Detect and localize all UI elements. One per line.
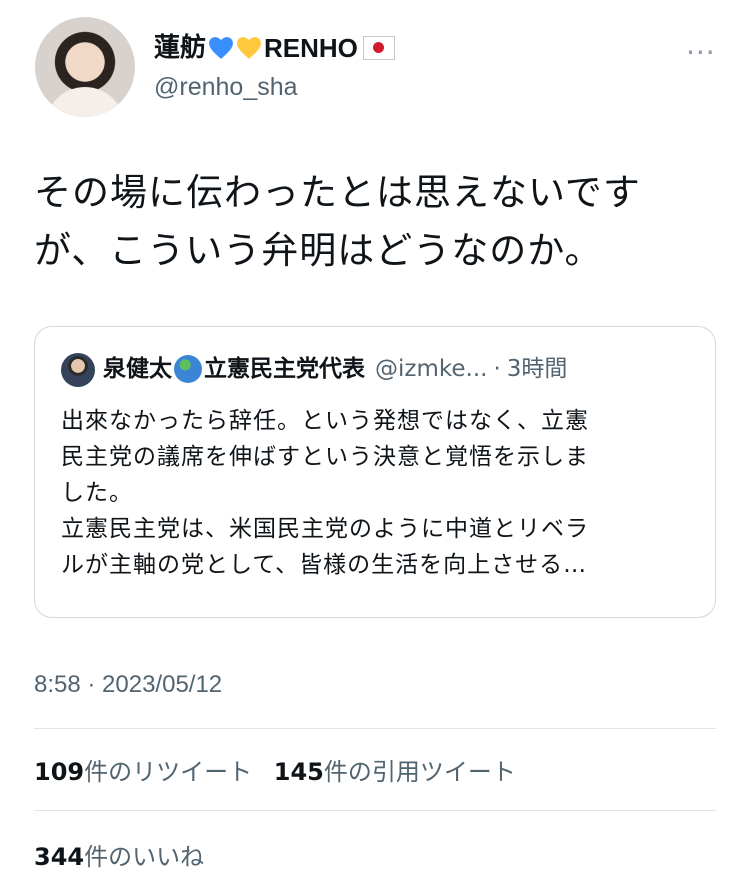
retweet-label: 件のリツイート [84, 758, 253, 786]
tweet-text: その場に伝わったとは思えないです が、こういう弁明はどうなのか。 [34, 164, 724, 280]
tweet-text-line: その場に伝わったとは思えないです [34, 171, 641, 214]
quotes-stat[interactable]: 145件の引用ツイート [274, 758, 516, 786]
blue-heart-icon [209, 37, 233, 59]
globe-icon [174, 355, 202, 383]
quoted-text-line: 民主党の議席を伸ばすという決意と覚悟を示しま [61, 444, 589, 470]
like-count: 344 [34, 843, 85, 871]
separator-dot: · [493, 356, 501, 382]
quoted-text-line: 出來なかったら辞任。という発想ではなく、立憲 [61, 408, 589, 434]
divider [34, 810, 716, 811]
retweet-count: 109 [34, 758, 85, 786]
japan-flag-icon [362, 36, 395, 60]
author-avatar[interactable] [35, 17, 135, 117]
tweet-timestamp[interactable]: 8:58 · 2023/05/12 [34, 671, 222, 699]
quoted-text-line: ルが主軸の党として、皆様の生活を向上させる… [61, 552, 588, 578]
quoted-text-line: した。 [61, 480, 133, 506]
retweets-stat[interactable]: 109件のリツイート [34, 758, 252, 786]
author-name-suffix: RENHO [264, 33, 358, 63]
retweet-quote-stats: 109件のリツイート 145件の引用ツイート [34, 752, 516, 787]
quoted-author-name: 泉健太 [103, 356, 172, 382]
author-name[interactable]: 蓮舫 RENHO [154, 33, 395, 63]
more-options-icon[interactable]: ··· [686, 36, 716, 69]
quoted-tweet-text: 出來なかったら辞任。という発想ではなく、立憲 民主党の議席を伸ばすという決意と覚… [61, 403, 691, 583]
quote-count: 145 [273, 758, 324, 786]
yellow-heart-icon [237, 37, 261, 59]
quoted-author-name-suffix: 立憲民主党代表 [204, 356, 365, 382]
quoted-text-line: 立憲民主党は、米国民主党のように中道とリベラ [61, 516, 589, 542]
quoted-author-row: 泉健太 立憲民主党代表 @izmke... · 3時間 [103, 353, 567, 385]
likes-stat[interactable]: 344件のいいね [34, 837, 204, 872]
divider [34, 728, 716, 729]
quoted-tweet-time: 3時間 [506, 356, 568, 382]
author-name-text: 蓮舫 [154, 33, 207, 63]
like-label: 件のいいね [84, 843, 205, 871]
quoted-author-handle: @izmke... [375, 356, 488, 382]
quoted-tweet[interactable]: 泉健太 立憲民主党代表 @izmke... · 3時間 出來なかったら辞任。とい… [34, 326, 716, 618]
tweet-text-line: が、こういう弁明はどうなのか。 [34, 229, 603, 272]
quoted-author-avatar [61, 353, 95, 387]
quote-label: 件の引用ツイート [323, 758, 516, 786]
author-handle[interactable]: @renho_sha [154, 73, 298, 102]
